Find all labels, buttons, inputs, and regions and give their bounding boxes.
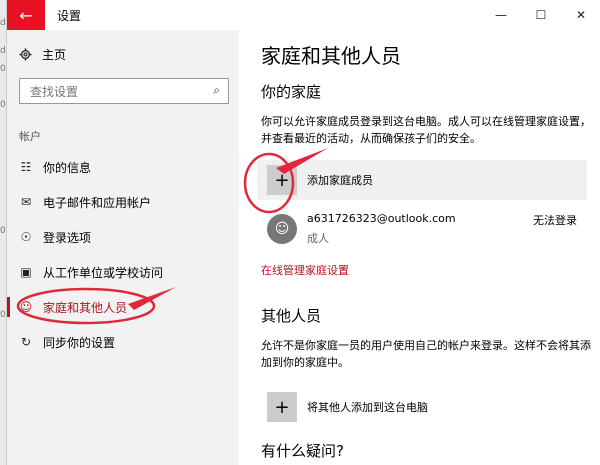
briefcase-icon: ▣: [20, 265, 32, 279]
sync-icon: ↻: [20, 335, 32, 349]
sidebar: 主页 ⌕ 帐户 ☷ 你的信息 ✉ 电子邮件和应用帐户 ☉ 登录选项 ▣ 从工作单…: [7, 30, 239, 465]
sidebar-item-sync-settings[interactable]: ↻ 同步你的设置: [7, 326, 239, 358]
home-label: 主页: [42, 48, 67, 62]
add-family-member-button[interactable]: + 添加家庭成员: [257, 160, 587, 200]
plus-icon: +: [267, 392, 297, 422]
sidebar-item-label: 你的信息: [43, 160, 92, 175]
person-card-icon: ☷: [20, 160, 32, 174]
sidebar-item-your-info[interactable]: ☷ 你的信息: [7, 151, 239, 183]
member-role: 成人: [307, 232, 329, 245]
sidebar-item-label: 从工作单位或学校访问: [43, 265, 164, 280]
page-title: 家庭和其他人员: [261, 44, 401, 68]
window-title: 设置: [57, 9, 82, 23]
other-people-description: 允许不是你家庭一员的用户使用自己的帐户来登录。这样不会将其添加到你的家庭中。: [261, 339, 591, 369]
add-other-person-label: 将其他人添加到这台电脑: [307, 401, 428, 414]
sidebar-item-label: 登录选项: [43, 230, 92, 245]
back-arrow-icon: ←: [19, 5, 33, 25]
back-button[interactable]: ←: [7, 0, 45, 30]
manage-family-online-link[interactable]: 在线管理家庭设置: [261, 262, 349, 278]
sidebar-item-email-accounts[interactable]: ✉ 电子邮件和应用帐户: [7, 186, 239, 218]
mail-icon: ✉: [20, 195, 32, 209]
maximize-icon: ☐: [535, 8, 547, 22]
home-nav-item[interactable]: 主页: [19, 46, 66, 63]
search-input[interactable]: [28, 80, 202, 104]
maximize-button[interactable]: ☐: [521, 0, 561, 30]
member-email: a631726323@outlook.com: [307, 212, 456, 225]
title-bar: ← 设置 — ☐ ✕: [7, 0, 600, 30]
gear-icon: [19, 48, 32, 61]
settings-window: ← 设置 — ☐ ✕ 主页 ⌕ 帐户: [6, 0, 600, 465]
sidebar-item-work-school[interactable]: ▣ 从工作单位或学校访问: [7, 256, 239, 288]
family-description: 你可以允许家庭成员登录到这台电脑。成人可以在线管理家庭设置，并查看最近的活动，从…: [261, 115, 591, 145]
add-family-member-label: 添加家庭成员: [307, 174, 373, 187]
search-icon[interactable]: ⌕: [213, 83, 220, 98]
plus-icon: +: [267, 165, 297, 195]
family-member-row[interactable]: ☺ a631726323@outlook.com 成人 无法登录: [267, 212, 587, 246]
people-icon: ☺: [19, 300, 33, 314]
avatar-icon: ☺: [267, 214, 297, 244]
faq-heading: 有什么疑问?: [261, 442, 344, 460]
member-status: 无法登录: [533, 214, 577, 227]
section-heading: 帐户: [19, 130, 41, 143]
key-icon: ☉: [20, 230, 32, 244]
sidebar-item-family-other-people[interactable]: ☺ 家庭和其他人员: [7, 291, 239, 323]
sidebar-item-label: 同步你的设置: [43, 335, 116, 350]
minimize-icon: —: [495, 8, 507, 22]
sidebar-item-label: 家庭和其他人员: [43, 300, 128, 315]
close-button[interactable]: ✕: [561, 0, 600, 30]
search-box: ⌕: [19, 78, 229, 104]
add-other-person-button[interactable]: + 将其他人添加到这台电脑: [257, 387, 587, 427]
close-icon: ✕: [575, 8, 587, 22]
minimize-button[interactable]: —: [481, 0, 521, 30]
other-people-heading: 其他人员: [261, 307, 322, 325]
sidebar-item-sign-in-options[interactable]: ☉ 登录选项: [7, 221, 239, 253]
sidebar-item-label: 电子邮件和应用帐户: [43, 195, 152, 210]
family-heading: 你的家庭: [261, 83, 322, 101]
